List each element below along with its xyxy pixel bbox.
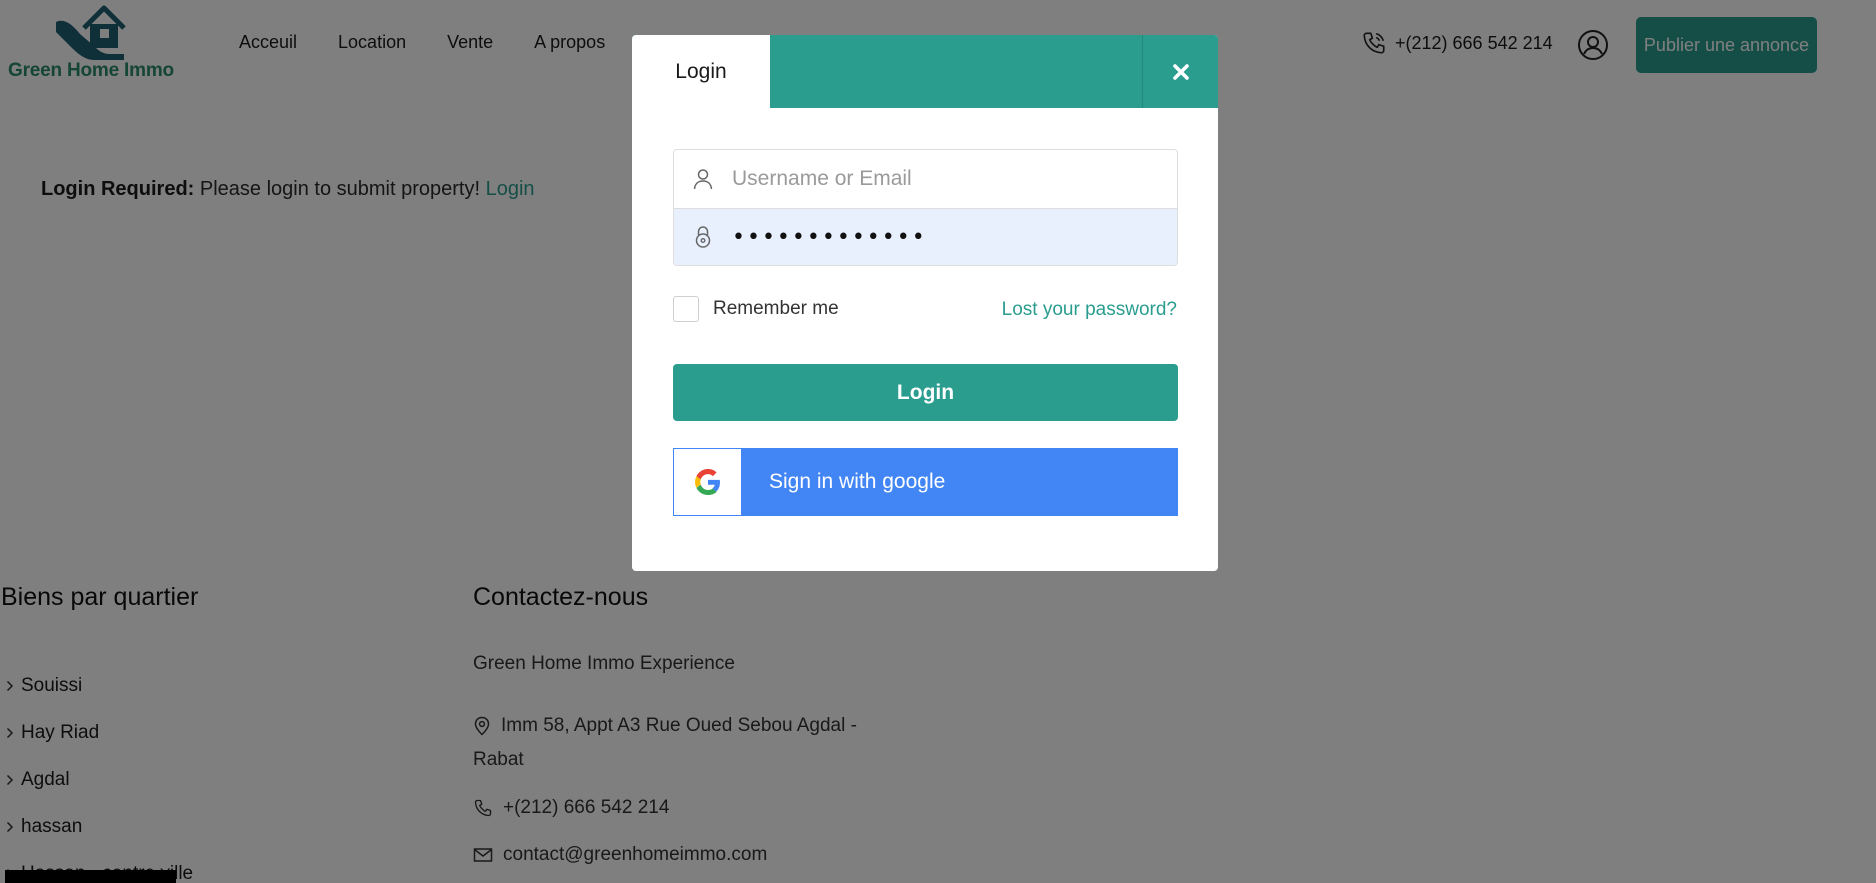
google-logo-icon [674,449,741,515]
username-input[interactable] [732,150,1152,208]
google-signin-label: Sign in with google [769,470,946,493]
modal-header: Login [632,35,1218,108]
lock-icon [674,225,732,249]
remember-checkbox[interactable] [673,296,699,322]
tab-login[interactable]: Login [632,35,770,108]
close-icon [1172,63,1189,80]
credentials-group: ••••••••••••• [673,149,1178,266]
user-icon [674,168,732,190]
close-button[interactable] [1142,35,1218,108]
login-modal: Login ••••••• [632,35,1218,571]
username-field [674,150,1177,208]
password-input[interactable]: ••••••••••••• [732,225,927,250]
remember-me[interactable]: Remember me [673,296,839,322]
lost-password-link[interactable]: Lost your password? [1002,299,1177,321]
google-signin-button[interactable]: Sign in with google [673,448,1178,516]
password-field: ••••••••••••• [674,208,1177,265]
login-button[interactable]: Login [673,364,1178,421]
remember-label: Remember me [713,298,839,319]
